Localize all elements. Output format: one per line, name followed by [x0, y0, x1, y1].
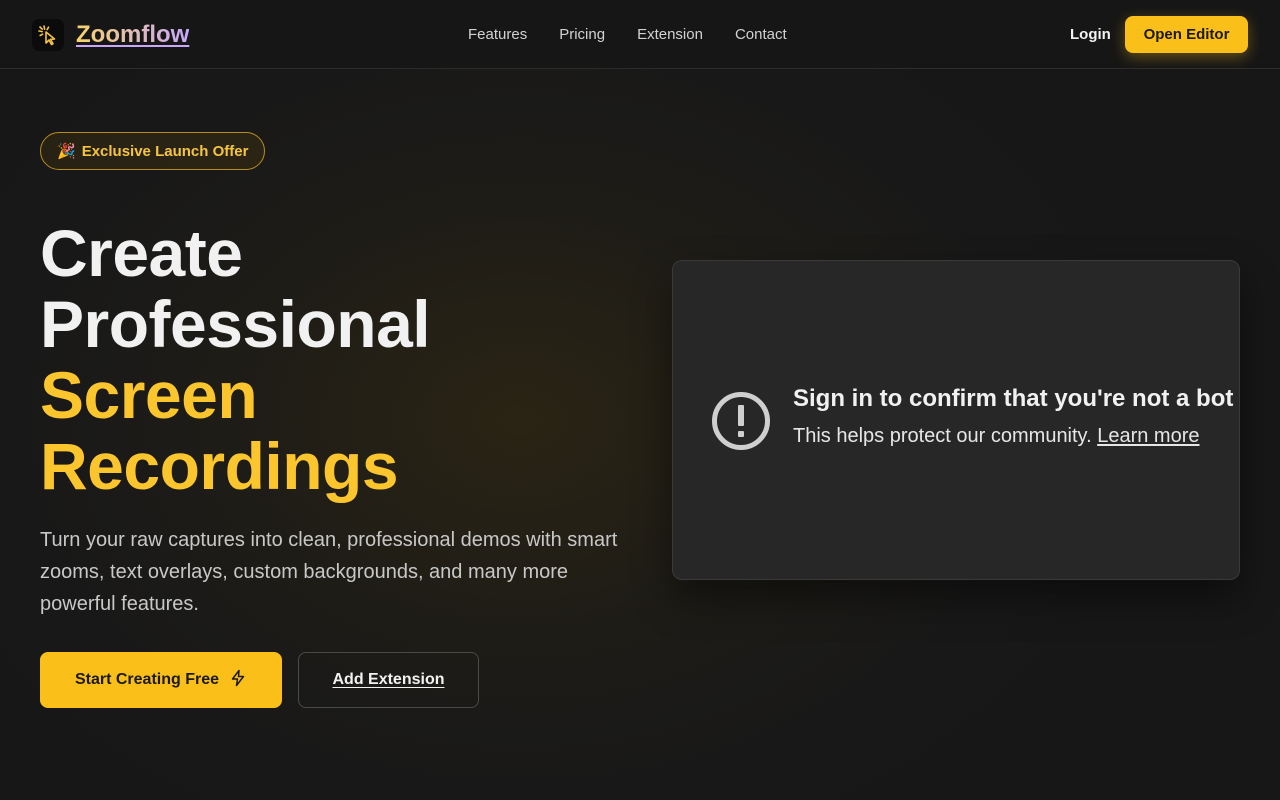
main-nav: Features Pricing Extension Contact	[468, 25, 787, 45]
brand-link[interactable]: Zoomflow	[32, 19, 189, 51]
headline-line-2: Professional	[40, 287, 431, 361]
nav-link-contact[interactable]: Contact	[735, 25, 787, 45]
bot-check-title: Sign in to confirm that you're not a bot	[793, 385, 1234, 412]
cursor-click-icon	[32, 19, 64, 51]
site-header: Zoomflow Features Pricing Extension Cont…	[0, 0, 1280, 69]
nav-link-pricing[interactable]: Pricing	[559, 25, 605, 45]
lightning-icon	[229, 669, 247, 692]
party-popper-icon: 🎉	[57, 143, 76, 160]
launch-offer-badge: 🎉 Exclusive Launch Offer	[40, 132, 266, 170]
nav-link-features[interactable]: Features	[468, 25, 527, 45]
start-creating-label: Start Creating Free	[74, 671, 220, 688]
headline-line-4: Recordings	[40, 429, 399, 503]
bot-check-message-text: This helps protect our community.	[793, 425, 1092, 447]
nav-link-extension[interactable]: Extension	[637, 25, 703, 45]
video-embed: Sign in to confirm that you're not a bot…	[672, 260, 1240, 580]
hero-headline: Create Professional Screen Recordings	[40, 216, 431, 503]
learn-more-link[interactable]: Learn more	[1097, 425, 1199, 447]
brand-name: Zoomflow	[76, 21, 190, 48]
hero-subtext: Turn your raw captures into clean, profe…	[40, 529, 618, 615]
add-extension-button[interactable]: Add Extension	[298, 652, 479, 708]
login-link[interactable]: Login	[1070, 25, 1111, 45]
start-creating-free-button[interactable]: Start Creating Free	[40, 652, 282, 708]
badge-label: Exclusive Launch Offer	[81, 142, 249, 160]
headline-line-1: Create	[40, 216, 243, 290]
bot-check-message: This helps protect our community. Learn …	[793, 425, 1199, 448]
open-editor-button[interactable]: Open Editor	[1125, 16, 1248, 53]
headline-line-3: Screen	[40, 358, 258, 432]
exclamation-circle-icon	[711, 391, 771, 451]
